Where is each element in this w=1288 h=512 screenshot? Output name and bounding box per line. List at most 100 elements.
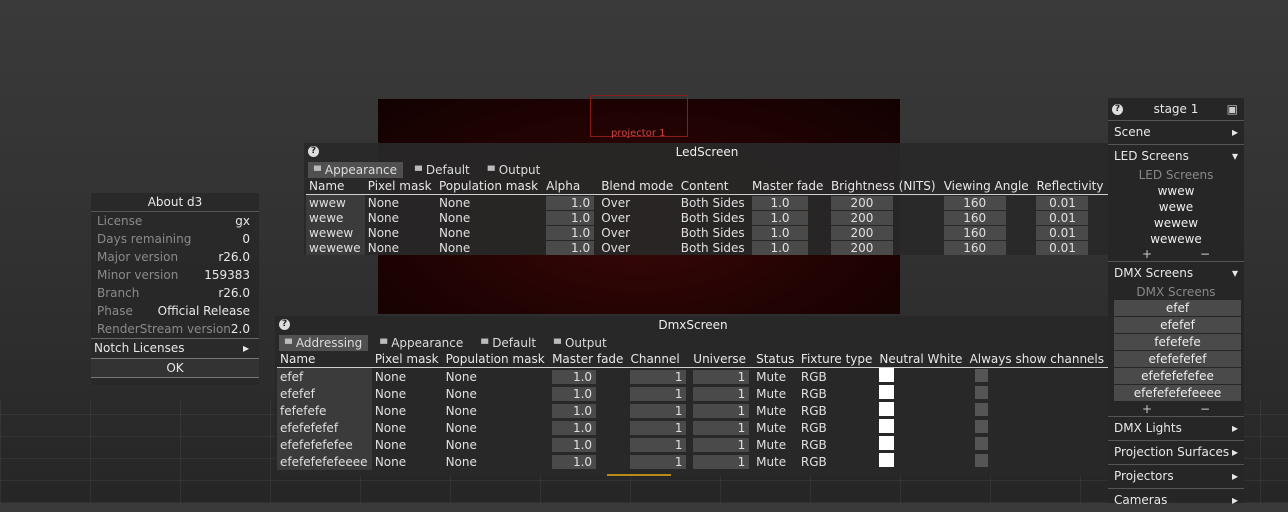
column-header[interactable]: Always show channels bbox=[966, 351, 1109, 368]
table-row[interactable]: fefefefe None None 1.0 1 1 Mute RGB bbox=[277, 402, 1109, 419]
neutral-white-swatch[interactable] bbox=[879, 402, 895, 416]
column-header[interactable]: Universe bbox=[690, 351, 754, 368]
ok-button[interactable]: OK bbox=[91, 358, 259, 378]
number-field[interactable]: 160 bbox=[943, 225, 1006, 240]
number-field[interactable]: 0.01 bbox=[1036, 210, 1089, 225]
add-button[interactable]: + bbox=[1142, 402, 1152, 416]
edit-icon[interactable]: ▣ bbox=[1227, 98, 1238, 120]
column-header[interactable]: Blend mode bbox=[598, 178, 678, 195]
number-field[interactable]: 0.01 bbox=[1036, 195, 1089, 210]
tab-default[interactable]: ▀ Default bbox=[409, 162, 476, 178]
number-field[interactable]: 1 bbox=[693, 369, 750, 384]
column-header[interactable]: Pixel mask bbox=[364, 178, 436, 195]
remove-button[interactable]: − bbox=[1200, 247, 1210, 261]
number-field[interactable]: 1.0 bbox=[552, 369, 597, 384]
tab-output[interactable]: ▀ Output bbox=[482, 162, 547, 178]
table-row[interactable]: wewewe None None 1.0 Over Both Sides 1.0 200 160… bbox=[306, 240, 1108, 255]
table-row[interactable]: wewew None None 1.0 Over Both Sides 1.0 200 160 0… bbox=[306, 225, 1108, 240]
number-field[interactable]: 1 bbox=[630, 437, 687, 452]
number-field[interactable]: 160 bbox=[943, 210, 1006, 225]
number-field[interactable]: 1.0 bbox=[546, 225, 595, 240]
table-row[interactable]: efef None None 1.0 1 1 Mute RGB bbox=[277, 367, 1109, 385]
column-header[interactable]: Master fade bbox=[749, 178, 828, 195]
neutral-white-swatch[interactable] bbox=[879, 385, 895, 399]
number-field[interactable]: 1.0 bbox=[552, 403, 597, 418]
number-field[interactable]: 1 bbox=[693, 437, 750, 452]
column-header[interactable]: Master fade bbox=[549, 351, 628, 368]
cameras-section[interactable]: Cameras ▸ bbox=[1108, 488, 1244, 512]
number-field[interactable]: 1.0 bbox=[752, 195, 809, 210]
number-field[interactable]: 1.0 bbox=[552, 386, 597, 401]
remove-button[interactable]: − bbox=[1200, 402, 1210, 416]
help-icon[interactable]: ? bbox=[279, 319, 290, 330]
number-field[interactable]: 200 bbox=[830, 210, 893, 225]
column-header[interactable]: Alpha bbox=[543, 178, 599, 195]
column-header[interactable]: Viewing Angle bbox=[940, 178, 1034, 195]
number-field[interactable]: 200 bbox=[830, 195, 893, 210]
number-field[interactable]: 1.0 bbox=[752, 240, 809, 255]
dmx-screen-item[interactable]: efefefefefeeee bbox=[1114, 385, 1241, 401]
number-field[interactable]: 1 bbox=[693, 403, 750, 418]
neutral-white-swatch[interactable] bbox=[879, 419, 895, 433]
column-header[interactable]: Content bbox=[677, 178, 750, 195]
neutral-white-swatch[interactable] bbox=[879, 453, 895, 467]
always-show-checkbox[interactable] bbox=[974, 419, 988, 433]
table-row[interactable]: efefefefefeeee None None 1.0 1 1 Mute RGB bbox=[277, 453, 1109, 470]
number-field[interactable]: 1.0 bbox=[546, 240, 595, 255]
column-header[interactable]: Fixture type bbox=[797, 351, 877, 368]
tab-default[interactable]: ▀ Default bbox=[475, 335, 542, 351]
column-header[interactable]: Status bbox=[753, 351, 798, 368]
column-header[interactable]: Pixel mask bbox=[371, 351, 443, 368]
number-field[interactable]: 1 bbox=[630, 369, 687, 384]
number-field[interactable]: 200 bbox=[830, 240, 893, 255]
number-field[interactable]: 160 bbox=[943, 195, 1006, 210]
column-header[interactable]: Channel bbox=[627, 351, 691, 368]
dmx-screen-item[interactable]: efef bbox=[1114, 300, 1241, 316]
number-field[interactable]: 160 bbox=[943, 240, 1006, 255]
neutral-white-swatch[interactable] bbox=[879, 368, 895, 382]
column-header[interactable]: Population mask bbox=[435, 178, 544, 195]
number-field[interactable]: 1.0 bbox=[752, 225, 809, 240]
tab-addressing[interactable]: ▀ Addressing bbox=[279, 334, 369, 351]
dmx-lights-section[interactable]: DMX Lights ▸ bbox=[1108, 416, 1244, 440]
number-field[interactable]: 1 bbox=[693, 420, 750, 435]
led-screen-item[interactable]: wewewe bbox=[1108, 231, 1244, 247]
dmx-screen-item[interactable]: efefef bbox=[1114, 317, 1241, 333]
tab-appearance[interactable]: ▀ Appearance bbox=[308, 161, 403, 178]
always-show-checkbox[interactable] bbox=[974, 453, 988, 467]
always-show-checkbox[interactable] bbox=[974, 402, 988, 416]
tab-appearance[interactable]: ▀ Appearance bbox=[374, 335, 469, 351]
tab-output[interactable]: ▀ Output bbox=[548, 335, 613, 351]
led-screen-item[interactable]: wewe bbox=[1108, 199, 1244, 215]
column-header[interactable]: Reflectivity bbox=[1033, 178, 1108, 195]
number-field[interactable]: 200 bbox=[830, 225, 893, 240]
help-icon[interactable]: ? bbox=[1112, 104, 1123, 115]
column-header[interactable]: Name bbox=[277, 351, 372, 368]
column-header[interactable]: Population mask bbox=[442, 351, 550, 368]
number-field[interactable]: 1.0 bbox=[752, 210, 809, 225]
number-field[interactable]: 1 bbox=[693, 454, 750, 469]
number-field[interactable]: 1.0 bbox=[546, 195, 595, 210]
number-field[interactable]: 1 bbox=[693, 386, 750, 401]
number-field[interactable]: 0.01 bbox=[1036, 225, 1089, 240]
dmx-screens-section[interactable]: DMX Screens ▾ bbox=[1108, 261, 1244, 285]
scene-section[interactable]: Scene ▸ bbox=[1108, 120, 1244, 144]
number-field[interactable]: 0.01 bbox=[1036, 240, 1089, 255]
add-button[interactable]: + bbox=[1142, 247, 1152, 261]
table-row[interactable]: efefefefef None None 1.0 1 1 Mute RGB bbox=[277, 419, 1109, 436]
number-field[interactable]: 1 bbox=[630, 420, 687, 435]
number-field[interactable]: 1 bbox=[630, 403, 687, 418]
column-header[interactable]: Brightness (NITS) bbox=[827, 178, 941, 195]
neutral-white-swatch[interactable] bbox=[879, 436, 895, 450]
dmx-screen-item[interactable]: efefefefefee bbox=[1114, 368, 1241, 384]
table-row[interactable]: efefefefefee None None 1.0 1 1 Mute RGB bbox=[277, 436, 1109, 453]
number-field[interactable]: 1.0 bbox=[552, 437, 597, 452]
table-row[interactable]: efefef None None 1.0 1 1 Mute RGB bbox=[277, 385, 1109, 402]
led-screens-section[interactable]: LED Screens ▾ bbox=[1108, 144, 1244, 168]
notch-licenses-button[interactable]: Notch Licenses ▸ bbox=[91, 338, 259, 358]
dmx-screen-item[interactable]: fefefefe bbox=[1114, 334, 1241, 350]
always-show-checkbox[interactable] bbox=[974, 385, 988, 399]
table-row[interactable]: wwew None None 1.0 Over Both Sides 1.0 200 160 0.… bbox=[306, 194, 1108, 210]
projectors-section[interactable]: Projectors ▸ bbox=[1108, 464, 1244, 488]
always-show-checkbox[interactable] bbox=[974, 436, 988, 450]
